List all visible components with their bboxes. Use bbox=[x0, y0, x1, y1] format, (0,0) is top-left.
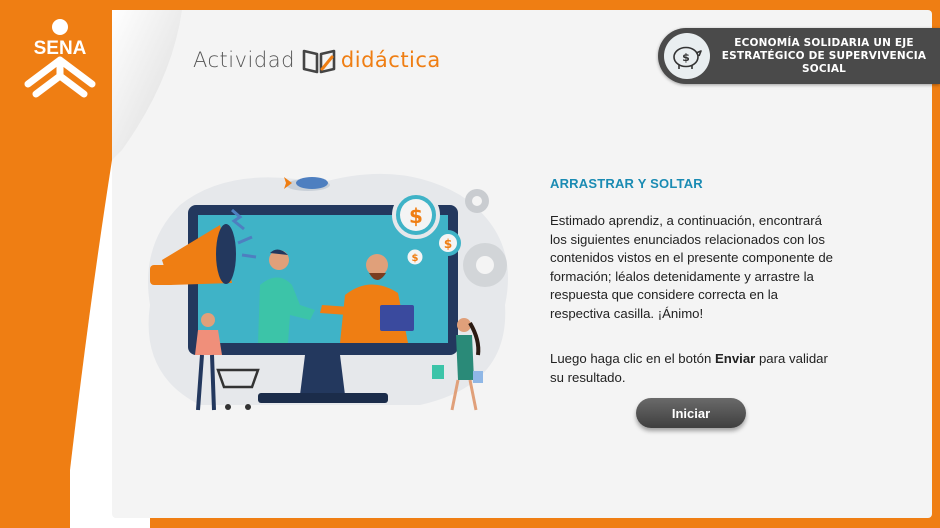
activity-title-word2: didáctica bbox=[340, 48, 441, 72]
coin-symbol-2: $ bbox=[444, 237, 452, 251]
topic-badge-text: ECONOMÍA SOLIDARIA UN EJE ESTRATÉGICO DE… bbox=[721, 37, 927, 75]
slide-frame: SENA Actividad didáctica $ ECONOMÍA SOLI… bbox=[0, 0, 940, 528]
submit-instructions-paragraph: Luego haga clic en el botón Enviar para … bbox=[550, 350, 840, 387]
book-pencil-icon bbox=[302, 49, 336, 74]
instructions-paragraph: Estimado aprendiz, a continuación, encon… bbox=[550, 213, 833, 321]
corner-fold-decoration bbox=[112, 10, 182, 160]
badge-dollar-sign: $ bbox=[682, 51, 690, 64]
submit-text-before: Luego haga clic en el botón bbox=[550, 351, 715, 366]
sena-logo-text: SENA bbox=[34, 38, 87, 59]
section-title: ARRASTRAR Y SOLTAR bbox=[550, 176, 703, 191]
activity-title-word1: Actividad bbox=[193, 48, 295, 72]
send-keyword: Enviar bbox=[714, 351, 756, 366]
start-button[interactable]: Iniciar bbox=[636, 398, 746, 428]
ecommerce-handshake-illustration: $ $ $ bbox=[148, 173, 508, 411]
coin-symbol-3: $ bbox=[412, 253, 419, 264]
coin-symbol-1: $ bbox=[409, 204, 423, 228]
piggy-bank-dollar-icon: $ bbox=[673, 46, 702, 69]
topic-badge-icon-wrap: $ bbox=[664, 33, 710, 79]
topic-badge: $ ECONOMÍA SOLIDARIA UN EJE ESTRATÉGICO … bbox=[658, 28, 940, 84]
sena-logo: SENA bbox=[24, 19, 96, 98]
activity-title: Actividad didáctica bbox=[193, 44, 441, 76]
